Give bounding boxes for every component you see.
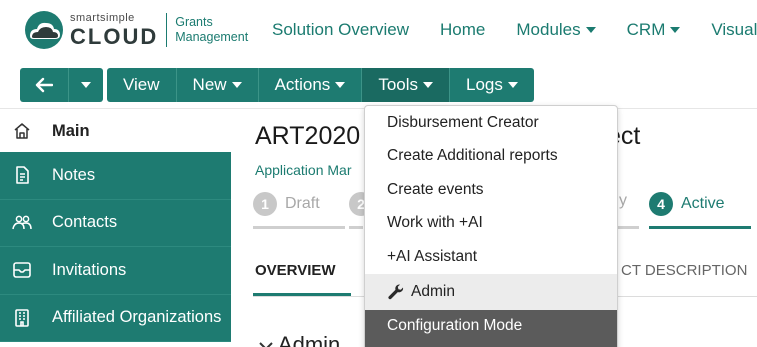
tools-dropdown-menu: Disbursement Creator Create Additional r… [364,105,618,347]
nav-solution-overview[interactable]: Solution Overview [272,20,409,40]
nav-label: Home [440,20,486,39]
step-3[interactable]: y [619,192,627,210]
nav-visuals[interactable]: Visuals [711,20,757,40]
step-label: y [619,192,627,209]
step-active[interactable]: 4 Active [649,192,725,216]
menu-item-work-with-ai[interactable]: Work with +AI [365,206,617,240]
back-button[interactable] [20,68,69,102]
logo-product-line1: Grants [175,15,213,29]
step-bar-active [649,226,751,229]
back-button-group [20,68,103,102]
sidebar-item-label: Affiliated Organizations [52,308,222,327]
tab-project-description[interactable]: CT DESCRIPTION [621,262,747,279]
invitation-icon [13,262,31,279]
menu-item-label: Work with +AI [387,214,483,232]
caret-down-icon [81,82,91,88]
record-title: ART2020 [255,122,361,150]
section-heading-label: Admin [277,332,341,347]
nav-label: Visuals [711,20,757,39]
menu-item-label: Admin [411,282,455,300]
building-icon [15,308,29,327]
sidebar-item-invitations[interactable]: Invitations [0,247,231,295]
menu-item-label: Create events [387,180,484,198]
cloud-logo-icon [25,11,63,49]
top-navigation: Solution Overview Home Modules CRM Visua… [272,0,757,60]
section-heading-admin[interactable]: Admin [259,332,340,347]
step-bar-3 [615,226,639,229]
sidebar-item-notes[interactable]: Notes [0,152,231,200]
smartsimple-logo[interactable]: smartsimple CLOUD Grants Management [22,9,248,51]
nav-label: Modules [516,20,581,39]
menu-item-label: Disbursement Creator [387,113,539,131]
logs-menu-button[interactable]: Logs [450,68,534,102]
step-label: Active [681,195,725,212]
menu-item-label: Configuration Mode [387,316,523,334]
step-label: Draft [285,195,320,212]
logo-big-text: CLOUD [70,23,159,49]
people-icon [12,215,32,229]
arrow-left-icon [35,77,53,93]
nav-label: Solution Overview [272,20,410,39]
button-label: Logs [466,75,503,94]
menu-item-create-events[interactable]: Create events [365,173,617,207]
caret-down-icon [231,82,242,88]
wrench-icon [388,284,404,299]
logo-wordmark: smartsimple CLOUD [70,11,159,49]
home-icon [14,123,30,139]
nav-home[interactable]: Home [440,20,485,40]
step-number: 4 [649,192,673,216]
record-sidebar: Main Notes Contacts Invitations Affiliat… [0,110,231,347]
menu-item-label: +AI Assistant [387,247,478,265]
sidebar-item-affiliated-organizations[interactable]: Affiliated Organizations [0,294,231,342]
tab-overview[interactable]: OVERVIEW [255,262,336,279]
button-label: View [123,75,160,94]
caret-down-icon [585,27,596,33]
sidebar-item-main[interactable]: Main [0,110,231,152]
menu-item-ai-assistant[interactable]: +AI Assistant [365,240,617,274]
view-button[interactable]: View [107,68,177,102]
menu-item-admin[interactable]: Admin [365,273,617,310]
sidebar-item-label: Invitations [52,260,127,279]
button-label: New [192,75,227,94]
application-manager-link[interactable]: Application Mar [255,162,352,178]
logo-small-text: smartsimple [70,11,135,24]
caret-down-icon [507,82,518,88]
new-menu-button[interactable]: New [177,68,259,102]
action-button-group: View New Actions Tools Logs [107,68,534,102]
sidebar-item-contacts[interactable]: Contacts [0,199,231,247]
menu-item-disbursement-creator[interactable]: Disbursement Creator [365,106,617,139]
sidebar-item-label: Notes [52,165,96,184]
nav-modules[interactable]: Modules [516,20,596,40]
caret-down-icon [335,82,346,88]
menu-item-configuration-mode[interactable]: Configuration Mode [365,309,617,347]
chevron-down-icon [259,342,273,347]
logo-product-name: Grants Management [175,15,248,45]
step-bar-draft [253,226,345,229]
caret-down-icon [670,27,681,33]
nav-label: CRM [626,20,666,39]
logo-product-line2: Management [175,30,249,44]
button-label: Actions [274,75,331,94]
actions-menu-button[interactable]: Actions [259,68,363,102]
record-toolbar: View New Actions Tools Logs [20,68,538,102]
nav-crm[interactable]: CRM [627,20,681,40]
logo-divider [166,13,168,47]
step-number: 1 [253,192,277,216]
button-label: Tools [378,75,418,94]
caret-down-icon [423,82,433,88]
menu-item-label: Create Additional reports [387,146,558,164]
step-draft[interactable]: 1 Draft [253,192,320,216]
sidebar-item-label: Contacts [52,213,118,232]
tools-menu-button[interactable]: Tools [362,68,450,102]
document-icon [16,166,29,185]
app-header: smartsimple CLOUD Grants Management Solu… [0,0,757,60]
history-dropdown-button[interactable] [69,68,103,102]
menu-item-create-additional-reports[interactable]: Create Additional reports [365,139,617,173]
step-bar-2 [349,226,363,229]
sidebar-item-label: Main [52,121,90,140]
